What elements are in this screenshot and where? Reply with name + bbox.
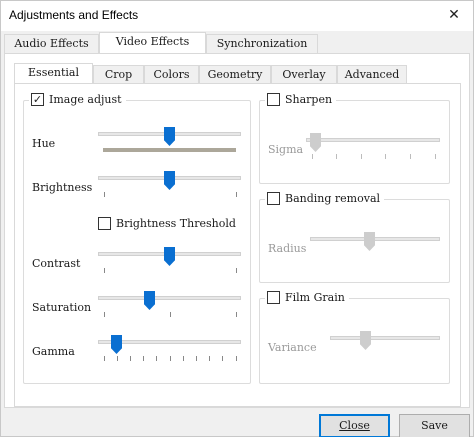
brightness-slider[interactable] bbox=[98, 171, 241, 197]
banding-removal-label: Banding removal bbox=[285, 192, 381, 205]
tab-overlay[interactable]: Overlay bbox=[271, 65, 337, 85]
gamma-slider-ticks bbox=[98, 356, 241, 362]
gamma-tick bbox=[170, 356, 171, 361]
gamma-slider-thumb[interactable] bbox=[111, 335, 122, 354]
saturation-tick bbox=[104, 312, 105, 317]
gamma-tick bbox=[117, 356, 118, 361]
sigma-slider-ticks bbox=[306, 154, 440, 160]
contrast-label: Contrast bbox=[32, 257, 81, 270]
saturation-slider[interactable] bbox=[98, 291, 241, 317]
gamma-tick bbox=[236, 356, 237, 361]
gamma-tick bbox=[130, 356, 131, 361]
brightness-tick bbox=[236, 192, 237, 197]
sharpen-group: Sharpen Sigma bbox=[259, 93, 450, 184]
gamma-tick bbox=[209, 356, 210, 361]
sigma-slider-track bbox=[306, 138, 440, 142]
tab-essential[interactable]: Essential bbox=[14, 63, 93, 85]
sigma-tick bbox=[410, 154, 411, 159]
save-button[interactable]: Save bbox=[399, 414, 470, 437]
gamma-tick bbox=[196, 356, 197, 361]
gamma-tick bbox=[156, 356, 157, 361]
variance-slider[interactable] bbox=[330, 331, 440, 353]
hue-bar bbox=[103, 148, 236, 152]
film-grain-label: Film Grain bbox=[285, 291, 345, 304]
gamma-slider[interactable] bbox=[98, 335, 241, 361]
variance-slider-thumb[interactable] bbox=[360, 331, 371, 350]
contrast-slider[interactable] bbox=[98, 247, 241, 273]
gamma-label: Gamma bbox=[32, 345, 75, 358]
film-grain-checkbox[interactable] bbox=[267, 291, 280, 304]
sigma-tick bbox=[312, 154, 313, 159]
sigma-slider[interactable] bbox=[306, 133, 440, 159]
brightness-slider-thumb[interactable] bbox=[164, 171, 175, 190]
brightness-threshold-checkbox[interactable] bbox=[98, 217, 111, 230]
brightness-threshold-option[interactable]: Brightness Threshold bbox=[98, 217, 236, 230]
tab-audio-effects[interactable]: Audio Effects bbox=[4, 34, 99, 54]
hue-slider-thumb[interactable] bbox=[164, 127, 175, 146]
hue-label: Hue bbox=[32, 137, 56, 150]
radius-slider-track bbox=[310, 237, 440, 241]
sigma-label: Sigma bbox=[268, 143, 304, 156]
image-adjust-group: ✓ Image adjust Hue Brightness Brightness… bbox=[23, 93, 251, 384]
sharpen-checkbox[interactable] bbox=[267, 93, 280, 106]
window-title: Adjustments and Effects bbox=[9, 8, 139, 22]
gamma-tick bbox=[104, 356, 105, 361]
video-effects-panel: Essential Crop Colors Geometry Overlay A… bbox=[4, 53, 470, 408]
essential-panel: ✓ Image adjust Hue Brightness Brightness… bbox=[14, 83, 461, 407]
sigma-tick bbox=[336, 154, 337, 159]
saturation-slider-track bbox=[98, 296, 241, 300]
title-bar: Adjustments and Effects ✕ bbox=[1, 1, 473, 31]
brightness-tick bbox=[104, 192, 105, 197]
contrast-slider-thumb[interactable] bbox=[164, 247, 175, 266]
gamma-tick bbox=[143, 356, 144, 361]
hue-slider[interactable] bbox=[98, 127, 241, 149]
saturation-slider-thumb[interactable] bbox=[144, 291, 155, 310]
saturation-label: Saturation bbox=[32, 301, 92, 314]
sigma-tick bbox=[385, 154, 386, 159]
radius-slider-thumb[interactable] bbox=[364, 232, 375, 251]
saturation-tick bbox=[236, 312, 237, 317]
tab-colors[interactable]: Colors bbox=[144, 65, 199, 85]
sharpen-label: Sharpen bbox=[285, 93, 333, 106]
gamma-tick bbox=[222, 356, 223, 361]
tab-video-effects[interactable]: Video Effects bbox=[99, 32, 206, 54]
radius-slider[interactable] bbox=[310, 232, 440, 254]
contrast-slider-ticks bbox=[98, 268, 241, 274]
film-grain-group: Film Grain Variance bbox=[259, 291, 450, 384]
banding-removal-group: Banding removal Radius bbox=[259, 192, 450, 283]
tab-synchronization[interactable]: Synchronization bbox=[206, 34, 318, 54]
tab-crop[interactable]: Crop bbox=[93, 65, 144, 85]
gamma-tick bbox=[183, 356, 184, 361]
adjustments-window: Adjustments and Effects ✕ Audio Effects … bbox=[0, 0, 474, 437]
contrast-tick bbox=[236, 268, 237, 273]
close-icon[interactable]: ✕ bbox=[439, 3, 469, 27]
contrast-tick bbox=[104, 268, 105, 273]
sigma-slider-thumb[interactable] bbox=[310, 133, 321, 152]
film-grain-header: Film Grain bbox=[265, 291, 349, 304]
variance-label: Variance bbox=[268, 341, 317, 354]
close-button-label: Close bbox=[339, 419, 370, 432]
saturation-tick bbox=[170, 312, 171, 317]
tab-geometry[interactable]: Geometry bbox=[199, 65, 271, 85]
close-button[interactable]: Close bbox=[319, 414, 390, 437]
image-adjust-header: ✓ Image adjust bbox=[29, 93, 126, 106]
radius-label: Radius bbox=[268, 242, 307, 255]
image-adjust-label: Image adjust bbox=[49, 93, 122, 106]
brightness-label: Brightness bbox=[32, 181, 93, 194]
image-adjust-checkbox[interactable]: ✓ bbox=[31, 93, 44, 106]
brightness-slider-ticks bbox=[98, 192, 241, 198]
banding-removal-checkbox[interactable] bbox=[267, 192, 280, 205]
sigma-tick bbox=[361, 154, 362, 159]
sigma-tick bbox=[435, 154, 436, 159]
brightness-threshold-label: Brightness Threshold bbox=[116, 217, 236, 230]
sharpen-header: Sharpen bbox=[265, 93, 337, 106]
tab-advanced[interactable]: Advanced bbox=[337, 65, 407, 85]
banding-removal-header: Banding removal bbox=[265, 192, 385, 205]
variance-slider-track bbox=[330, 336, 440, 340]
saturation-slider-ticks bbox=[98, 312, 241, 318]
